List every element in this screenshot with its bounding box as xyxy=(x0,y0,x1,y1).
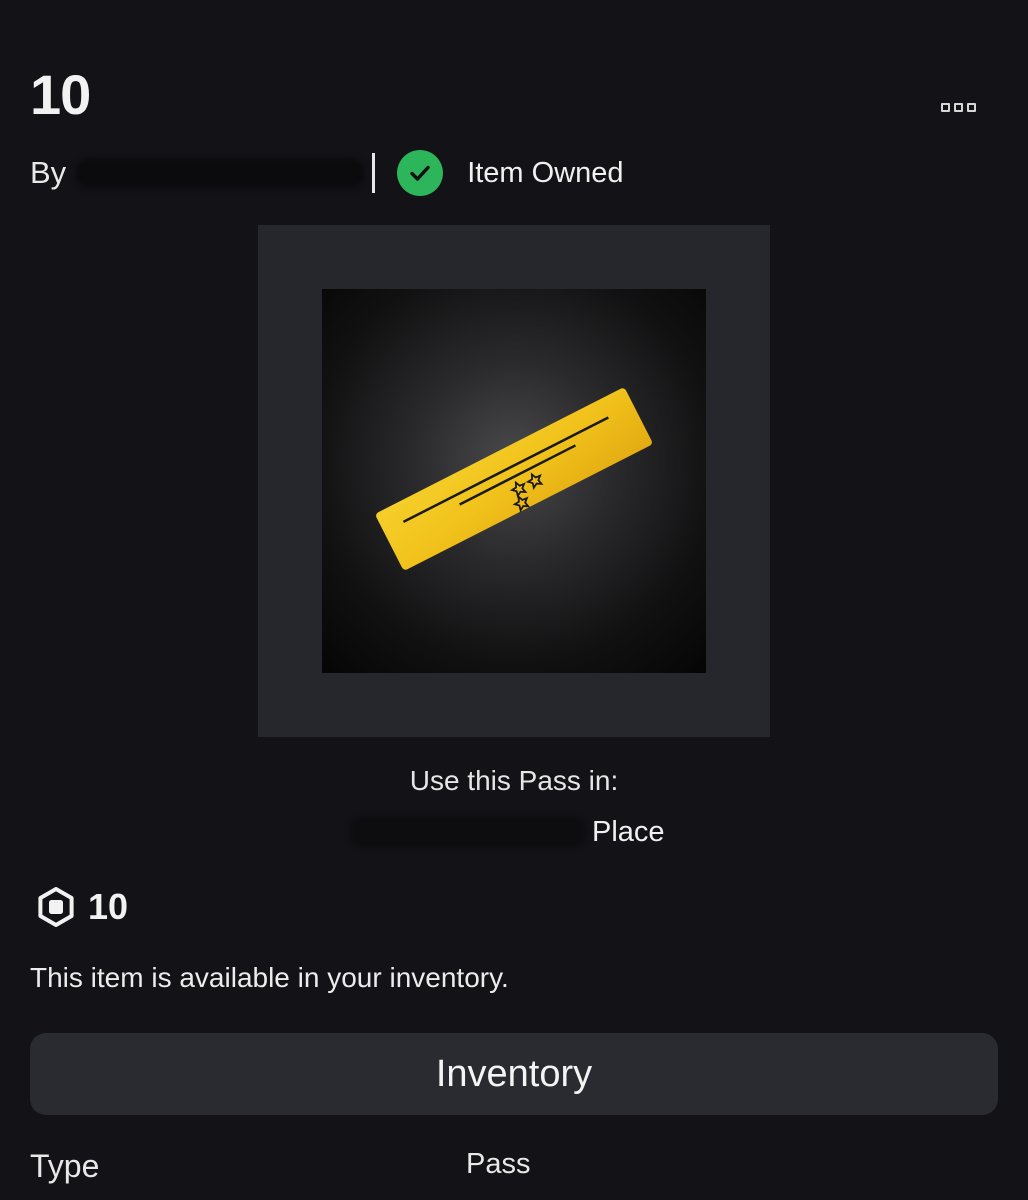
type-label: Type xyxy=(30,1148,100,1184)
by-label: By xyxy=(30,155,67,190)
pass-ticket-icon xyxy=(322,289,706,673)
place-link[interactable]: Place xyxy=(350,810,665,854)
robux-icon xyxy=(38,887,74,927)
use-pass-in-label: Use this Pass in: xyxy=(409,765,619,796)
price-row: 10 xyxy=(36,884,128,930)
item-title: 10 xyxy=(30,63,91,126)
byline-divider xyxy=(372,153,376,193)
availability-text: This item is available in your inventory… xyxy=(30,962,509,993)
item-thumbnail-frame xyxy=(258,225,770,737)
type-value: Pass xyxy=(466,1148,531,1180)
more-options-icon xyxy=(940,102,950,112)
creator-byline: By Item Owned xyxy=(30,150,624,196)
checkmark-icon xyxy=(397,150,444,196)
inventory-button[interactable]: Inventory xyxy=(30,1033,998,1115)
price-value: 10 xyxy=(88,886,129,927)
item-details-page: 10 By Item Owned Use this Pass in: Place… xyxy=(0,0,1028,1200)
more-options-dot xyxy=(953,102,963,112)
place-name-redacted xyxy=(350,817,586,847)
item-owned-label: Item Owned xyxy=(467,156,624,189)
creator-name-redacted[interactable] xyxy=(76,158,365,188)
more-options-button[interactable] xyxy=(930,96,986,118)
more-options-dot xyxy=(966,102,976,112)
place-suffix: Place xyxy=(592,815,665,848)
